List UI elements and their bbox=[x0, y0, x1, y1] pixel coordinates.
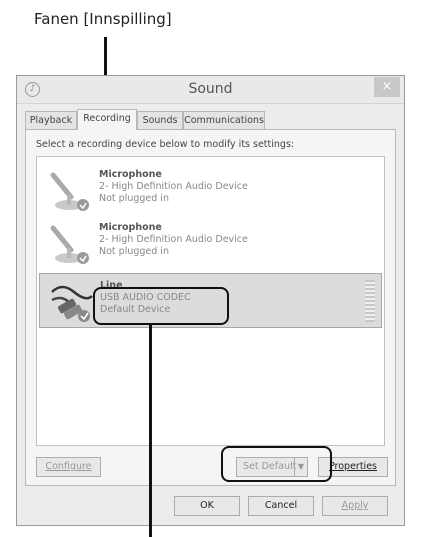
ok-button-label: OK bbox=[200, 500, 214, 511]
device-driver: 2- High Definition Audio Device bbox=[99, 234, 248, 245]
device-callout-line bbox=[149, 325, 152, 537]
tab-recording[interactable]: Recording bbox=[77, 109, 137, 130]
device-driver: 2- High Definition Audio Device bbox=[99, 181, 248, 192]
microphone-icon bbox=[50, 172, 89, 211]
device-status: Not plugged in bbox=[99, 193, 169, 204]
set-default-highlight bbox=[221, 446, 332, 482]
device-name: Microphone bbox=[99, 169, 162, 180]
line-in-cable-icon bbox=[51, 285, 93, 322]
tab-sounds[interactable]: Sounds bbox=[137, 111, 183, 129]
level-meter bbox=[365, 280, 375, 322]
device-item-microphone-2[interactable]: Microphone 2- High Definition Audio Devi… bbox=[39, 216, 382, 271]
title-bar: ♪ Sound × bbox=[17, 76, 404, 104]
configure-button-label: Configure bbox=[45, 461, 92, 472]
tab-playback[interactable]: Playback bbox=[25, 111, 77, 129]
device-item-microphone-1[interactable]: Microphone 2- High Definition Audio Devi… bbox=[39, 163, 382, 218]
cancel-button[interactable]: Cancel bbox=[248, 496, 314, 516]
properties-button-label: Properties bbox=[328, 461, 377, 472]
device-info-highlight bbox=[93, 287, 229, 325]
device-status: Not plugged in bbox=[99, 246, 169, 257]
instruction-text: Select a recording device below to modif… bbox=[36, 139, 295, 150]
configure-button[interactable]: Configure bbox=[36, 457, 101, 477]
window-title: Sound bbox=[188, 81, 233, 97]
close-button[interactable]: × bbox=[374, 77, 400, 97]
device-name: Microphone bbox=[99, 222, 162, 233]
tab-callout-label: Fanen [Innspilling] bbox=[34, 10, 172, 28]
microphone-icon bbox=[50, 225, 89, 264]
apply-button-label: Apply bbox=[341, 500, 369, 511]
cancel-button-label: Cancel bbox=[264, 500, 298, 511]
ok-button[interactable]: OK bbox=[174, 496, 240, 516]
tab-communications[interactable]: Communications bbox=[183, 111, 265, 129]
apply-button[interactable]: Apply bbox=[322, 496, 388, 516]
